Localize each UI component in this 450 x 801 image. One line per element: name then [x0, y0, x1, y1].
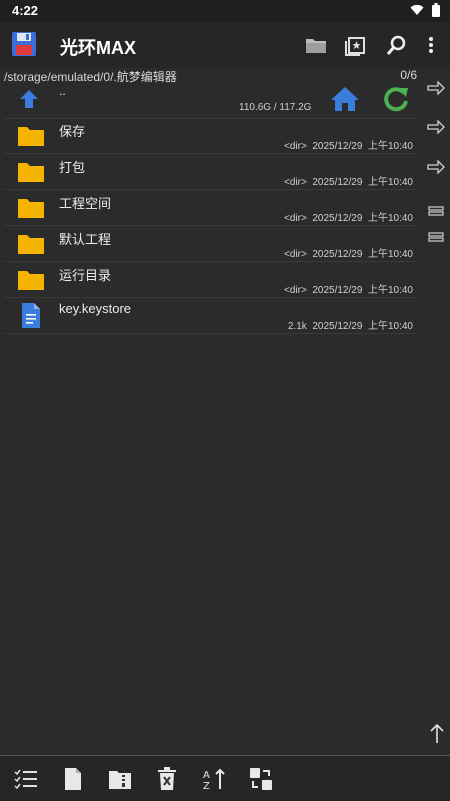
file-name: key.keystore	[59, 301, 132, 316]
folder-icon	[18, 271, 44, 290]
delete-button[interactable]	[154, 766, 180, 792]
scroll-top-icon[interactable]	[426, 722, 448, 746]
selection-count: 0/6	[400, 68, 417, 82]
file-name: 默认工程	[59, 232, 112, 247]
wifi-icon	[410, 4, 424, 15]
status-bar: 4:22	[0, 0, 450, 22]
document-icon	[22, 303, 40, 328]
checklist-icon	[14, 769, 37, 790]
file-meta: <dir> 2025/12/29 上午10:40	[283, 177, 413, 188]
delete-icon	[158, 767, 176, 790]
bottom-toolbar: AZ	[0, 755, 450, 801]
archive-button[interactable]	[107, 766, 133, 792]
folder-button[interactable]	[303, 32, 329, 58]
folder-icon	[18, 235, 44, 254]
storage-info: 110.6G / 117.2G	[239, 102, 312, 113]
file-meta: <dir> 2025/12/29 上午10:40	[283, 285, 413, 296]
status-time: 4:22	[12, 3, 39, 18]
bookmark-star-icon	[345, 37, 365, 56]
app-bar: 光环MAX	[0, 22, 450, 68]
swap-button[interactable]	[248, 766, 274, 792]
file-name: 保存	[59, 124, 86, 139]
file-name: 工程空间	[59, 196, 112, 211]
svg-text:A: A	[203, 770, 210, 781]
file-meta: <dir> 2025/12/29 上午10:40	[283, 213, 413, 224]
parent-label: ..	[59, 84, 66, 98]
side-arrow-button[interactable]	[424, 116, 448, 138]
current-path: /storage/emulated/0/.航梦编辑器	[4, 70, 177, 84]
more-vert-icon	[429, 37, 433, 53]
up-arrow-icon	[20, 90, 38, 108]
file-name: 运行目录	[59, 268, 112, 283]
list-item[interactable]: 运行目录 <dir> 2025/12/29 上午10:40	[4, 262, 418, 298]
list-item[interactable]: 打包 <dir> 2025/12/29 上午10:40	[4, 154, 418, 190]
side-menu-button[interactable]	[424, 200, 448, 222]
file-meta: <dir> 2025/12/29 上午10:40	[283, 141, 413, 152]
side-arrow-button[interactable]	[424, 77, 448, 99]
refresh-icon[interactable]	[382, 85, 410, 113]
folder-icon	[306, 39, 326, 53]
equals-icon	[428, 206, 444, 216]
list-item[interactable]: 保存 <dir> 2025/12/29 上午10:40	[4, 118, 418, 154]
floppy-disk-icon	[12, 32, 36, 56]
search-button[interactable]	[384, 32, 410, 58]
search-icon	[386, 35, 406, 55]
home-icon[interactable]	[330, 85, 360, 113]
sort-button[interactable]: AZ	[201, 766, 227, 792]
select-button[interactable]	[13, 766, 39, 792]
battery-icon	[432, 3, 440, 17]
path-bar: /storage/emulated/0/.航梦编辑器 0/6	[0, 68, 450, 84]
svg-text:Z: Z	[203, 781, 210, 791]
side-arrow-button[interactable]	[424, 156, 448, 178]
arrow-right-icon	[427, 120, 445, 134]
folder-icon	[18, 163, 44, 182]
folder-icon	[18, 199, 44, 218]
new-file-icon	[65, 768, 81, 790]
swap-icon	[250, 768, 272, 790]
list-item[interactable]: key.keystore 2.1k 2025/12/29 上午10:40	[4, 298, 418, 334]
equals-icon	[428, 232, 444, 242]
folder-icon	[18, 127, 44, 146]
arrow-right-icon	[427, 160, 445, 174]
file-meta: 2.1k 2025/12/29 上午10:40	[287, 321, 413, 332]
list-item[interactable]: 工程空间 <dir> 2025/12/29 上午10:40	[4, 190, 418, 226]
app-title: 光环MAX	[60, 38, 136, 58]
parent-directory-row[interactable]: .. 110.6G / 117.2G	[4, 84, 418, 119]
file-meta: <dir> 2025/12/29 上午10:40	[283, 249, 413, 260]
new-file-button[interactable]	[60, 766, 86, 792]
file-name: 打包	[59, 160, 86, 175]
side-menu-button[interactable]	[424, 226, 448, 248]
archive-icon	[109, 771, 131, 789]
arrow-right-icon	[427, 81, 445, 95]
bookmark-button[interactable]	[343, 32, 369, 58]
more-button[interactable]	[418, 32, 444, 58]
sort-icon: AZ	[203, 768, 225, 791]
list-item[interactable]: 默认工程 <dir> 2025/12/29 上午10:40	[4, 226, 418, 262]
